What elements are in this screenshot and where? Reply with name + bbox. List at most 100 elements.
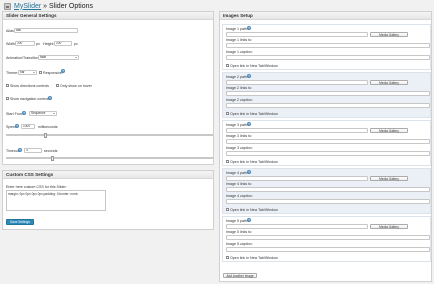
image-caption-input[interactable] [226, 247, 430, 252]
start-from-select[interactable]: Sequence [29, 111, 57, 116]
image-link-input[interactable] [226, 187, 430, 192]
image-path-label: Image 4 path: [226, 171, 248, 175]
theme-select[interactable]: bar [18, 70, 37, 75]
image-path-label: Image 2 path: [226, 75, 248, 79]
general-settings-title: Slider General Settings [3, 12, 213, 20]
new-tab-label: Open link in New Tab/Window [230, 208, 278, 212]
image-caption-input[interactable] [226, 55, 430, 60]
image-panel-3: Image 3 path:? Media Gallery Image 3 links… [222, 120, 431, 166]
media-gallery-button[interactable]: Media Gallery [370, 176, 408, 181]
new-tab-label: Open link in New Tab/Window [230, 160, 278, 164]
navigation-help-icon[interactable]: ? [48, 96, 52, 100]
responsive-help-icon[interactable]: ? [61, 69, 65, 73]
media-gallery-button[interactable]: Media Gallery [370, 128, 408, 133]
speed-input[interactable]: 1000 [21, 124, 35, 129]
navigation-label: Show navigation controls [10, 97, 50, 101]
image-path-help-icon[interactable]: ? [247, 218, 251, 222]
directions-checkbox[interactable] [6, 84, 9, 87]
speed-unit: milliseconds [38, 125, 58, 129]
start-from-help-icon[interactable]: ? [22, 111, 26, 115]
timeout-slider-handle[interactable] [51, 156, 54, 161]
brand-link[interactable]: MySlider [14, 3, 41, 10]
animation-select[interactable]: fade [38, 55, 79, 60]
speed-help-icon[interactable]: ? [15, 124, 19, 128]
css-settings-title: Custom CSS Settings [3, 171, 213, 179]
image-path-input[interactable] [226, 32, 368, 37]
add-image-button[interactable]: Add Another Image [223, 273, 257, 278]
image-caption-label: Image 3 caption: [226, 146, 253, 150]
new-tab-label: Open link in New Tab/Window [230, 256, 278, 260]
new-tab-label: Open link in New Tab/Window [230, 64, 278, 68]
image-link-input[interactable] [226, 91, 430, 96]
timeout-help-icon[interactable]: ? [18, 148, 22, 152]
speed-slider-handle[interactable] [44, 133, 47, 138]
image-path-input[interactable] [226, 224, 368, 229]
width-input[interactable]: 200 [15, 41, 35, 46]
image-caption-input[interactable] [226, 199, 430, 204]
images-setup-box: Images Setup Image 1 path:? Media Gallery… [219, 11, 432, 282]
new-tab-checkbox[interactable] [226, 208, 229, 211]
image-caption-input[interactable] [226, 103, 430, 108]
css-textarea[interactable]: margin: 0px 0px 0px 0px;padding: 0;borde… [6, 190, 106, 211]
title-separator: » [41, 2, 50, 10]
css-hint: Enter here custom CSS for this Slider: [6, 185, 67, 189]
image-caption-label: Image 4 caption: [226, 194, 253, 198]
image-path-label: Image 3 path: [226, 123, 248, 127]
general-settings-box: Slider General Settings Alias: abc Width… [2, 11, 214, 165]
media-gallery-button[interactable]: Media Gallery [370, 32, 408, 37]
image-path-input[interactable] [226, 128, 368, 133]
image-path-help-icon[interactable]: ? [247, 170, 251, 174]
image-path-input[interactable] [226, 176, 368, 181]
media-gallery-button[interactable]: Media Gallery [370, 80, 408, 85]
height-input[interactable]: 200 [54, 41, 72, 46]
responsive-checkbox[interactable] [39, 71, 42, 74]
image-caption-input[interactable] [226, 151, 430, 156]
image-path-input[interactable] [226, 80, 368, 85]
image-panel-5: Image 5 path:? Media Gallery Image 5 links… [222, 216, 431, 262]
alias-input[interactable]: abc [14, 28, 78, 33]
new-tab-checkbox[interactable] [226, 112, 229, 115]
width-unit: px [36, 42, 40, 46]
navigation-checkbox[interactable] [6, 97, 9, 100]
theme-label: Theme: [6, 71, 19, 75]
image-path-label: Image 1 path: [226, 27, 248, 31]
height-label: Height: [43, 42, 55, 46]
image-link-label: Image 2 links to: [226, 86, 253, 90]
timeout-input[interactable]: 3 [24, 148, 42, 153]
css-settings-box: Custom CSS Settings Enter here custom CS… [2, 170, 214, 230]
title-text: Slider Options [49, 2, 93, 10]
image-path-help-icon[interactable]: ? [247, 74, 251, 78]
animation-label: Animation/Transition: [6, 56, 40, 60]
image-panel-2: Image 2 path:? Media Gallery Image 2 links… [222, 72, 431, 118]
images-setup-title: Images Setup [220, 12, 431, 20]
speed-slider[interactable] [6, 133, 213, 138]
media-gallery-button[interactable]: Media Gallery [370, 224, 408, 229]
image-link-input[interactable] [226, 139, 430, 144]
save-settings-button[interactable]: Save Settings [6, 219, 34, 225]
image-path-label: Image 5 path: [226, 219, 248, 223]
page-title: MySlider » Slider Options [14, 3, 93, 10]
hover-label: Only show on hover [60, 84, 92, 88]
page-header: MySlider » Slider Options [4, 2, 93, 10]
image-panel-4: Image 4 path:? Media Gallery Image 4 links… [222, 168, 431, 214]
height-unit: px [74, 42, 78, 46]
new-tab-checkbox[interactable] [226, 160, 229, 163]
new-tab-label: Open link in New Tab/Window [230, 112, 278, 116]
timeout-slider[interactable] [6, 156, 213, 161]
image-panel-1: Image 1 path:? Media Gallery Image 1 links… [222, 24, 431, 70]
image-link-label: Image 4 links to: [226, 182, 253, 186]
image-link-label: Image 1 links to: [226, 38, 253, 42]
image-link-input[interactable] [226, 43, 430, 48]
new-tab-checkbox[interactable] [226, 64, 229, 67]
directions-label: Show directions controls [10, 84, 49, 88]
plugin-logo-icon [4, 2, 11, 10]
image-link-input[interactable] [226, 235, 430, 240]
image-path-help-icon[interactable]: ? [247, 122, 251, 126]
image-path-help-icon[interactable]: ? [247, 26, 251, 30]
image-caption-label: Image 1 caption: [226, 50, 253, 54]
image-caption-label: Image 2 caption: [226, 98, 253, 102]
hover-checkbox[interactable] [56, 84, 59, 87]
image-caption-label: Image 5 caption: [226, 242, 253, 246]
new-tab-checkbox[interactable] [226, 256, 229, 259]
image-link-label: Image 3 links to: [226, 134, 253, 138]
